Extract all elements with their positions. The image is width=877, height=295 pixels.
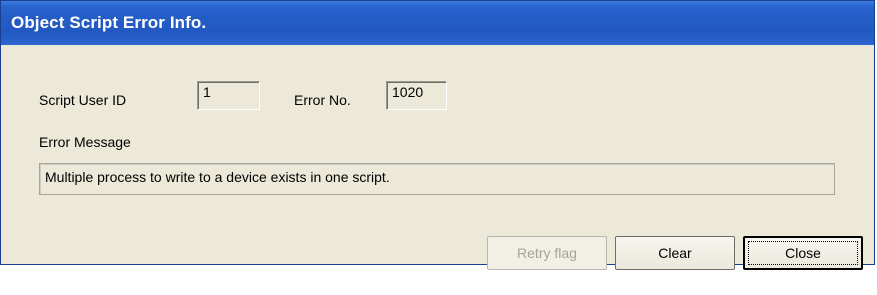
- error-no-field: 1020: [386, 81, 447, 110]
- close-button-label: Close: [748, 241, 858, 265]
- script-user-id-label: Script User ID: [39, 92, 127, 108]
- close-button[interactable]: Close: [743, 236, 863, 270]
- error-info-dialog: Object Script Error Info. Script User ID…: [0, 0, 875, 270]
- error-message-label: Error Message: [39, 134, 131, 150]
- clear-button[interactable]: Clear: [615, 236, 735, 270]
- script-user-id-field: 1: [197, 81, 260, 110]
- title-bar[interactable]: Object Script Error Info.: [1, 1, 874, 45]
- error-message-field: Multiple process to write to a device ex…: [39, 163, 835, 195]
- dialog-title: Object Script Error Info.: [11, 13, 207, 32]
- error-no-label: Error No.: [294, 92, 351, 108]
- retry-flag-button[interactable]: Retry flag: [487, 236, 607, 270]
